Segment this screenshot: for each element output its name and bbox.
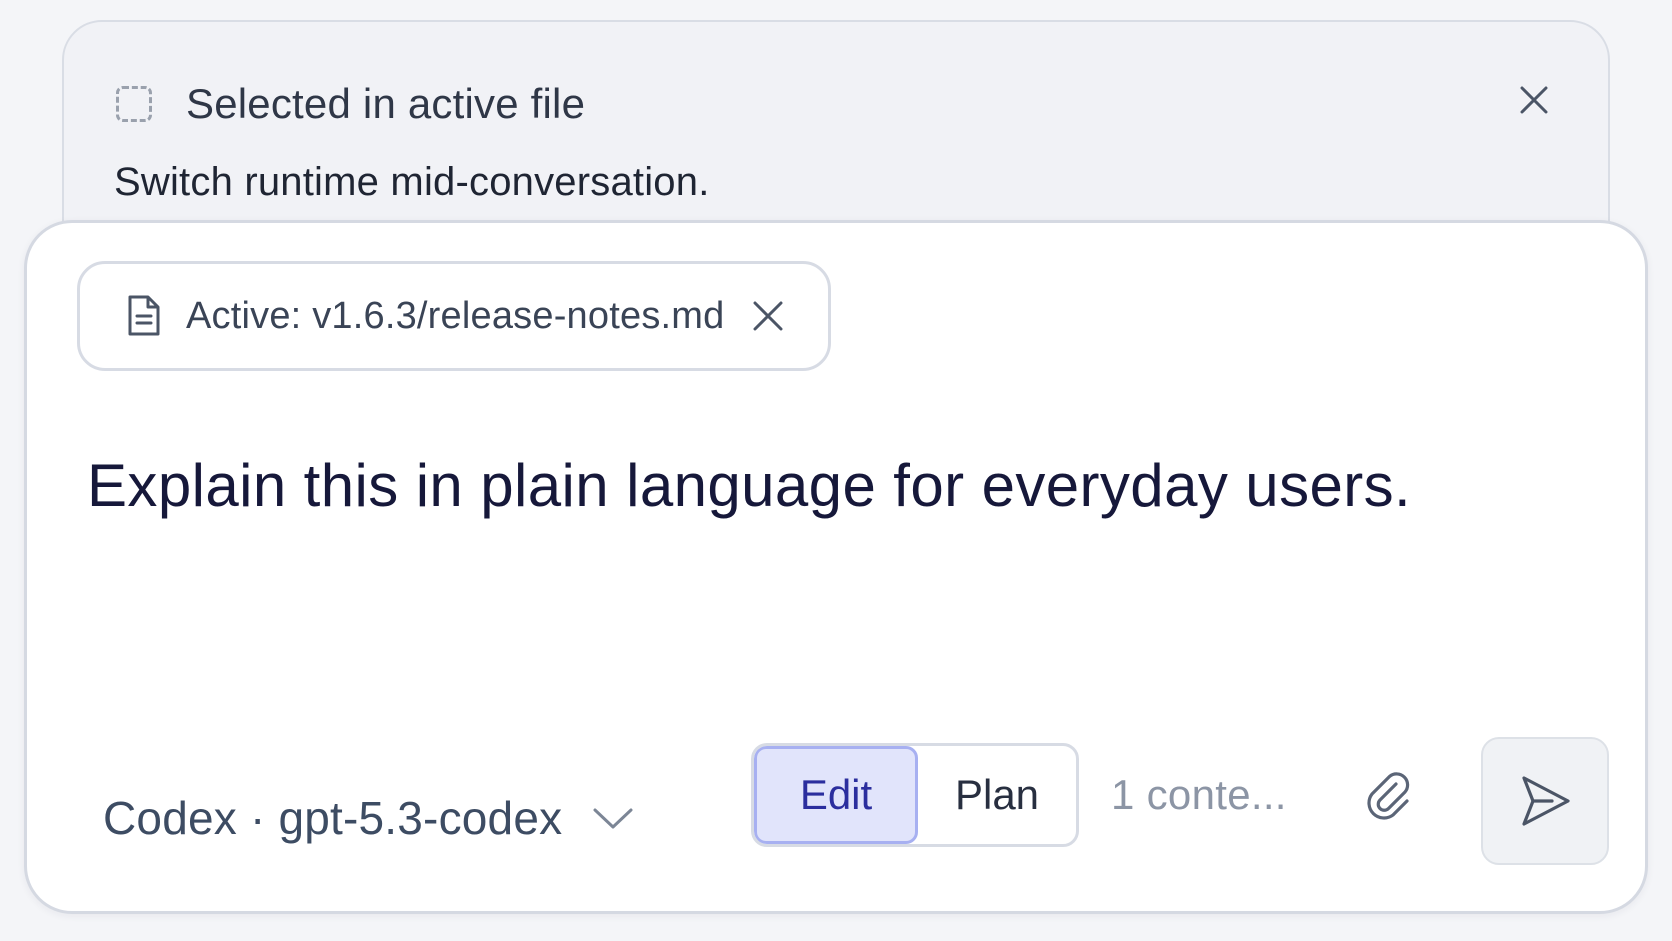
- model-selector-label: Codex · gpt-5.3-codex: [103, 792, 563, 844]
- close-icon[interactable]: [748, 296, 788, 336]
- mode-toggle: Edit Plan: [751, 743, 1079, 847]
- chevron-down-icon: [593, 808, 633, 829]
- selection-context-header: Selected in active file: [116, 80, 585, 128]
- attach-button[interactable]: [1353, 761, 1425, 833]
- send-icon: [1522, 776, 1570, 826]
- selection-dashed-icon: [116, 86, 152, 122]
- active-file-label: Active: v1.6.3/release-notes.md: [186, 294, 725, 337]
- mode-edit-button[interactable]: Edit: [754, 746, 918, 844]
- prompt-input[interactable]: Explain this in plain language for every…: [87, 451, 1411, 520]
- mode-plan-button[interactable]: Plan: [918, 746, 1076, 844]
- close-icon: [1520, 86, 1548, 114]
- send-button[interactable]: [1481, 737, 1609, 865]
- message-composer: Active: v1.6.3/release-notes.md Explain …: [24, 220, 1648, 914]
- context-close-button[interactable]: [1514, 80, 1554, 120]
- active-file-chip[interactable]: Active: v1.6.3/release-notes.md: [77, 261, 832, 371]
- paperclip-icon: [1367, 772, 1410, 820]
- model-selector[interactable]: Codex · gpt-5.3-codex: [103, 763, 636, 873]
- selection-context-title: Selected in active file: [186, 80, 586, 127]
- context-count[interactable]: 1 conte...: [1111, 771, 1287, 819]
- file-icon: [128, 295, 160, 336]
- selected-text: Switch runtime mid-conversation.: [114, 160, 710, 204]
